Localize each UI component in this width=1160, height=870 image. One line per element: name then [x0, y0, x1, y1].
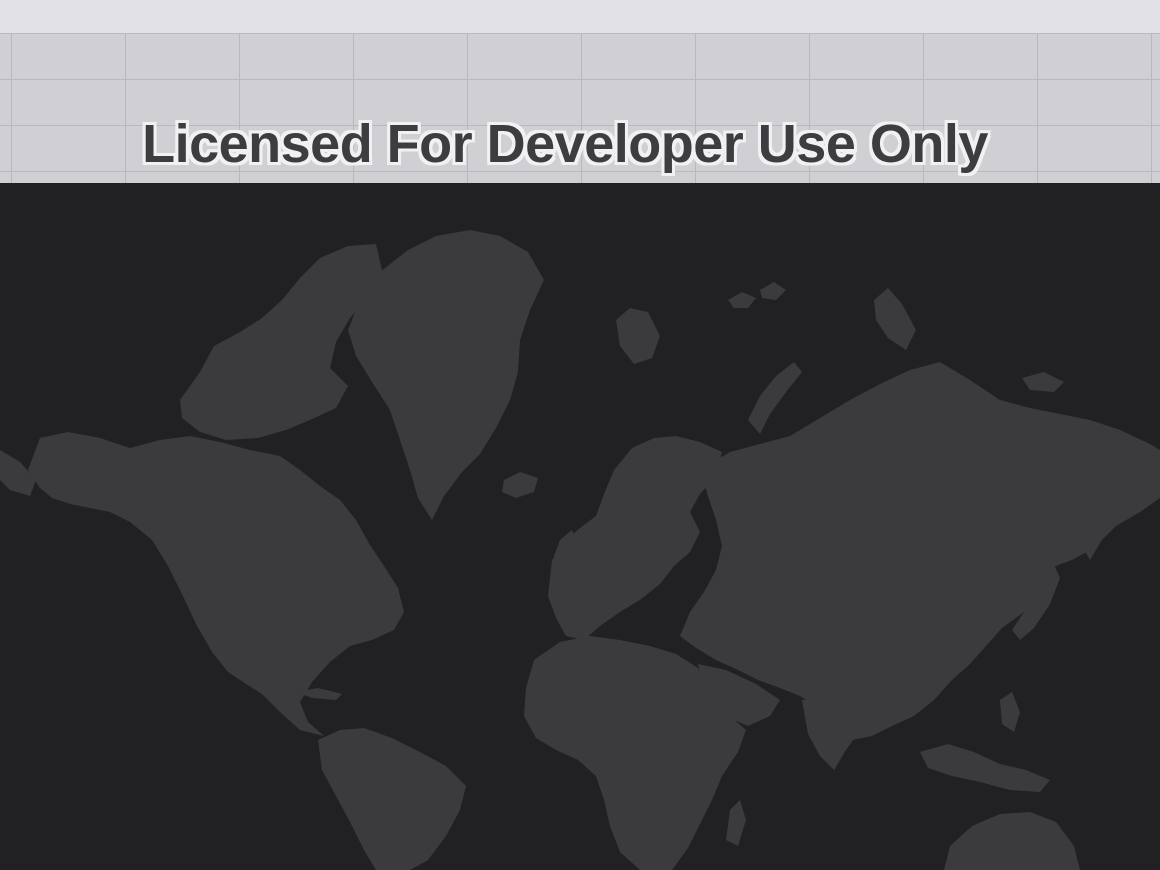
- landmass-india: [802, 700, 860, 770]
- landmass-philippines: [1000, 692, 1020, 732]
- landmass-madagascar: [726, 800, 746, 846]
- landmass-north-america: [28, 432, 404, 736]
- landmass-australia: [944, 812, 1080, 870]
- landmass-iceland: [502, 472, 538, 498]
- map-canvas[interactable]: [0, 183, 1160, 870]
- landmass-svalbard: [616, 308, 660, 364]
- landmass-south-america: [318, 728, 466, 870]
- world-map-svg: [0, 230, 1160, 870]
- landmass-novaya-zemlya: [748, 362, 802, 434]
- landmass-southeast-asia-islands: [920, 744, 1050, 792]
- landmass-severnaya-zemlya: [874, 288, 916, 350]
- top-strip: [0, 0, 1160, 33]
- license-watermark: Licensed For Developer Use Only: [142, 114, 988, 174]
- landmass-franz-josef-land: [728, 282, 786, 308]
- landmass-new-siberian-islands: [1022, 372, 1064, 392]
